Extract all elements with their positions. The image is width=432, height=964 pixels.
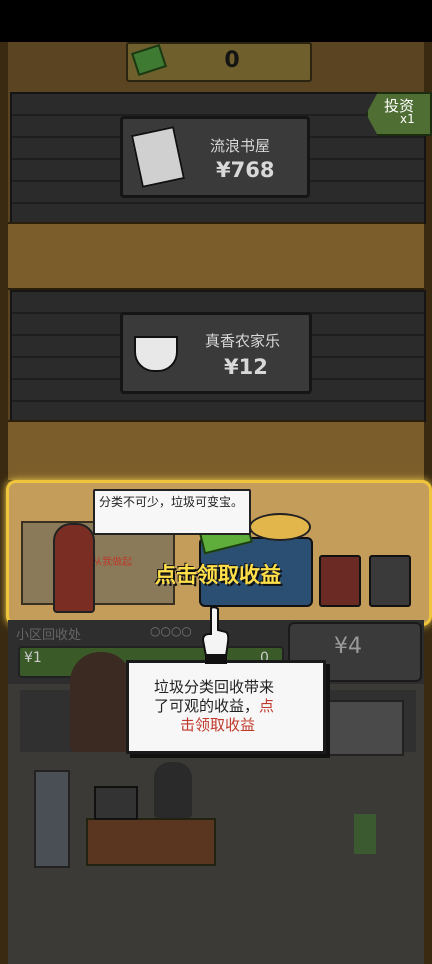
manager-character: [154, 762, 192, 818]
store-name: 流浪书屋: [210, 137, 271, 155]
speech-text: 分类不可少，垃圾可变宝。: [99, 495, 244, 509]
guide-character: [70, 652, 132, 752]
gray-trash-bin: [369, 555, 411, 607]
invest-multiplier: x1: [400, 112, 415, 126]
store-name: 真香农家乐: [205, 332, 281, 350]
red-trash-bin: [319, 555, 361, 607]
chart-board: [320, 700, 404, 756]
earning-value: ¥1: [24, 650, 42, 666]
tutorial-line-2: 了可观的收益，点: [154, 695, 274, 716]
worker-character: [53, 523, 95, 613]
floor-beam: [8, 420, 424, 482]
tutorial-line-3: 击领取收益: [180, 716, 256, 734]
tutorial-line-2-highlight: 点: [259, 697, 275, 715]
office-desk: [86, 818, 216, 866]
upgrade-price: ¥4: [334, 634, 362, 659]
straw-hat: [249, 513, 311, 541]
rice-bowl-icon: [134, 336, 178, 372]
store-price: ¥12: [224, 355, 268, 379]
station-name: 小区回收处: [16, 628, 82, 643]
collect-earnings-label[interactable]: 点击领取收益: [155, 559, 281, 589]
recycle-station-scene[interactable]: 分 从我做起 分类不可少，垃圾可变宝。 点击领取收益: [6, 480, 432, 626]
floor-beam: [8, 222, 424, 290]
tutorial-line-1: 垃圾分类回收带来: [154, 678, 275, 696]
water-dispenser: [34, 770, 70, 868]
potted-plant: [354, 814, 376, 854]
top-black-bar: [0, 0, 432, 42]
pointing-hand-icon: [201, 606, 230, 664]
tutorial-line-2-text: 了可观的收益，: [154, 697, 260, 715]
store-price: ¥768: [216, 158, 275, 182]
computer-monitor: [94, 786, 138, 820]
money-counter-value: 0: [224, 48, 240, 73]
